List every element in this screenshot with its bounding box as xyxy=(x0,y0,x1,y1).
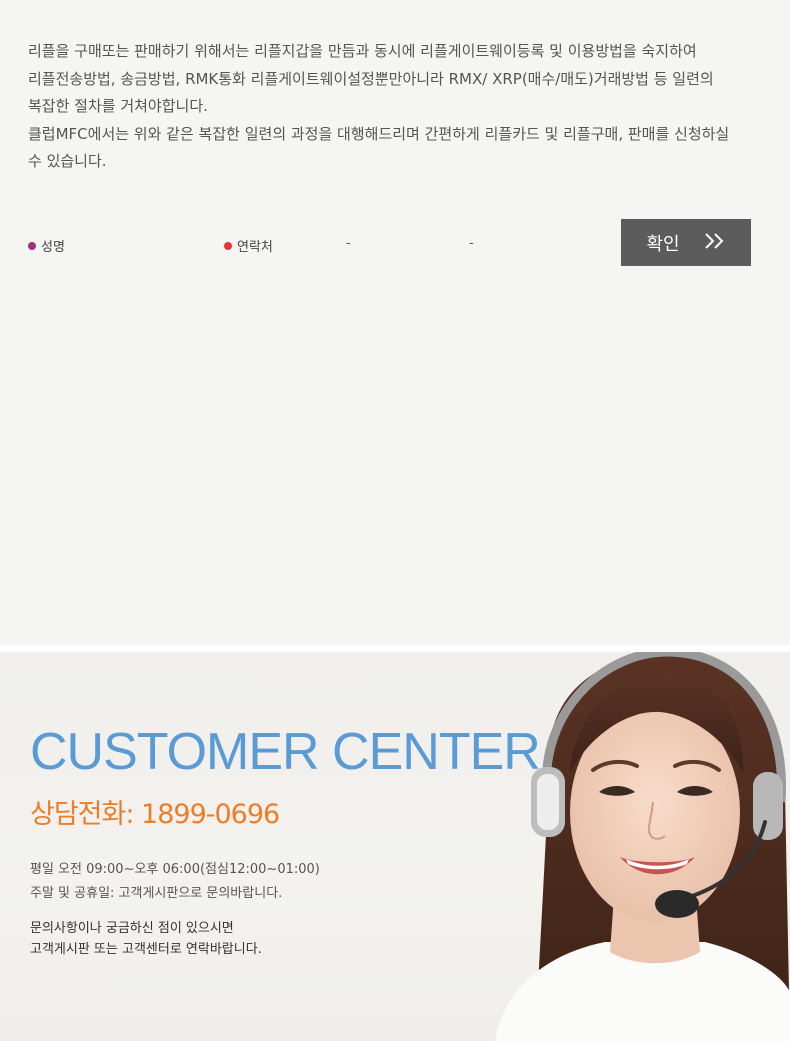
hours-line: 주말 및 공휴일: 고객게시판으로 문의바랍니다. xyxy=(30,886,283,901)
application-form: 성명 연락처 - - 확인 xyxy=(0,218,790,268)
note-line: 고객게시판 또는 고객센터로 연락바랍니다. xyxy=(30,942,262,957)
business-hours: 평일 오전 09:00~오후 06:00(점심12:00~01:00) 주말 및… xyxy=(30,858,320,906)
intro-line: 클럽MFC에서는 위와 같은 복잡한 일련의 과정을 대행해드리며 간편하게 리… xyxy=(28,124,730,143)
intro-text: 리플을 구매또는 판매하기 위해서는 리플지갑을 만듬과 동시에 리플게이트웨이… xyxy=(28,38,768,176)
intro-line: 수 있습니다. xyxy=(28,152,107,170)
support-agent-image xyxy=(495,652,790,1041)
intro-line: 리플전송방법, 송금방법, RMK통화 리플게이트웨이설정뿐만아니라 RMX/ … xyxy=(28,69,714,88)
contact-label: 연락처 xyxy=(237,240,273,255)
confirm-button[interactable]: 확인 xyxy=(621,219,751,266)
bullet-dot-icon xyxy=(28,241,36,250)
bullet-dot-icon xyxy=(224,241,232,250)
phone-separator: - xyxy=(346,236,351,251)
contact-field[interactable]: 연락처 xyxy=(224,236,273,255)
name-label: 성명 xyxy=(41,240,65,255)
confirm-label: 확인 xyxy=(646,233,680,255)
double-chevron-right-icon xyxy=(704,231,726,255)
name-field[interactable]: 성명 xyxy=(28,236,65,255)
customer-center-title: CUSTOMER CENTER xyxy=(30,723,541,781)
contact-note: 문의사항이나 궁금하신 점이 있으시면 고객게시판 또는 고객센터로 연락바랍니… xyxy=(30,918,262,960)
intro-line: 리플을 구매또는 판매하기 위해서는 리플지갑을 만듬과 동시에 리플게이트웨이… xyxy=(28,42,697,60)
note-line: 문의사항이나 궁금하신 점이 있으시면 xyxy=(30,921,234,936)
phone-separator: - xyxy=(469,236,474,251)
customer-center-banner: CUSTOMER CENTER 상담전화: 1899-0696 평일 오전 09… xyxy=(0,652,790,1041)
consult-phone: 상담전화: 1899-0696 xyxy=(30,799,280,830)
intro-line: 복잡한 절차를 거쳐야합니다. xyxy=(28,97,208,115)
hours-line: 평일 오전 09:00~오후 06:00(점심12:00~01:00) xyxy=(30,862,320,877)
section-divider xyxy=(0,645,790,652)
